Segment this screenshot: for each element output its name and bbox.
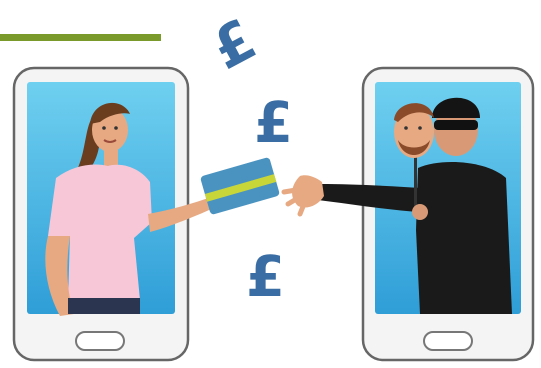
- home-button-icon: [75, 331, 125, 351]
- illustration-art: £ £ £: [12, 7, 535, 362]
- home-button-icon: [423, 331, 473, 351]
- pound-sign-icon: £: [202, 7, 267, 83]
- credit-card-icon: [200, 157, 280, 215]
- pound-sign-icon: £: [246, 245, 285, 310]
- illustration-scene: £ £ £: [0, 0, 541, 368]
- pound-sign-icon: £: [254, 91, 293, 156]
